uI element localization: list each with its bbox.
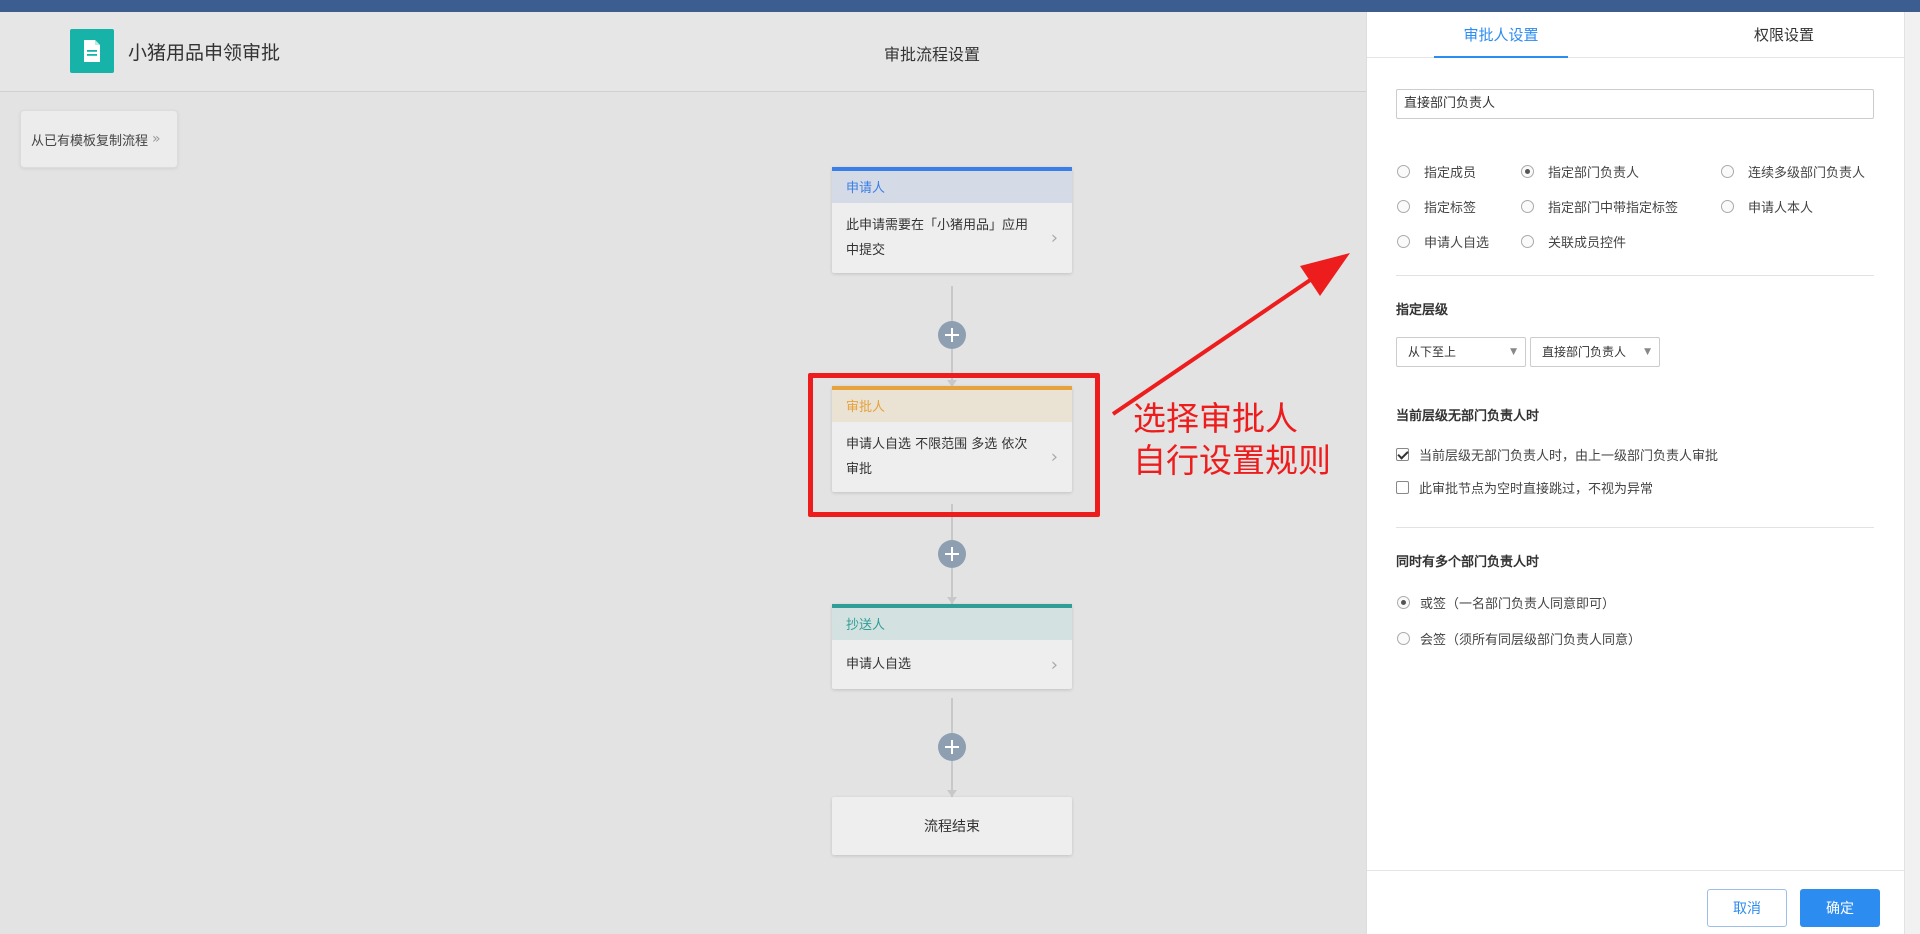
checkbox-checked bbox=[1396, 448, 1409, 461]
radio-label: 指定部门中带指定标签 bbox=[1548, 201, 1679, 216]
no-head-section-title: 当前层级无部门负责人时 bbox=[1396, 409, 1540, 424]
radio-applicant-self[interactable]: 申请人本人 bbox=[1721, 197, 1813, 216]
checkbox-label: 当前层级无部门负责人时，由上一级部门负责人审批 bbox=[1419, 449, 1719, 464]
radio-circle-selected bbox=[1397, 596, 1410, 609]
checkbox-skip-empty-node[interactable]: 此审批节点为空时直接跳过，不视为异常 bbox=[1396, 478, 1653, 497]
radio-label: 指定成员 bbox=[1424, 166, 1477, 181]
radio-label: 会签（须所有同层级部门负责人同意） bbox=[1420, 633, 1642, 648]
caret-down-icon: ▼ bbox=[1510, 347, 1517, 357]
caret-down-icon: ▼ bbox=[1644, 347, 1651, 357]
tab-permission-settings[interactable]: 权限设置 bbox=[1717, 12, 1851, 58]
level-dropdown[interactable]: 直接部门负责人 ▼ bbox=[1530, 337, 1660, 367]
radio-circle bbox=[1521, 235, 1534, 248]
radio-circle bbox=[1397, 165, 1410, 178]
panel-tabs: 审批人设置 权限设置 bbox=[1367, 12, 1905, 58]
radio-specified-tag[interactable]: 指定标签 bbox=[1397, 197, 1476, 216]
annotation-line-2: 自行设置规则 bbox=[1133, 441, 1331, 480]
scrollbar[interactable] bbox=[1904, 12, 1920, 934]
approver-type-field[interactable]: 直接部门负责人 bbox=[1396, 89, 1874, 119]
tab-approver-settings[interactable]: 审批人设置 bbox=[1434, 12, 1568, 58]
radio-multi-level-dept-head[interactable]: 连续多级部门负责人 bbox=[1721, 162, 1865, 181]
settings-panel: 审批人设置 权限设置 直接部门负责人 指定成员 指定部门负责人 连续多级部门负责… bbox=[1366, 12, 1905, 934]
radio-label: 申请人自选 bbox=[1424, 236, 1490, 251]
radio-label: 指定标签 bbox=[1424, 201, 1477, 216]
panel-footer: 取消 确定 bbox=[1367, 870, 1905, 934]
radio-circle bbox=[1721, 165, 1734, 178]
level-section-title: 指定层级 bbox=[1396, 303, 1449, 318]
divider bbox=[1396, 527, 1874, 528]
radio-joint-sign[interactable]: 会签（须所有同层级部门负责人同意） bbox=[1397, 629, 1641, 648]
radio-label: 或签（一名部门负责人同意即可） bbox=[1420, 597, 1616, 612]
radio-circle-selected bbox=[1521, 165, 1534, 178]
annotation-text: 选择审批人 自行设置规则 bbox=[1133, 398, 1331, 482]
radio-or-sign[interactable]: 或签（一名部门负责人同意即可） bbox=[1397, 593, 1615, 612]
cancel-button[interactable]: 取消 bbox=[1707, 889, 1787, 927]
checkbox-unchecked bbox=[1396, 481, 1409, 494]
radio-label: 申请人本人 bbox=[1748, 201, 1814, 216]
radio-circle bbox=[1397, 200, 1410, 213]
radio-circle bbox=[1397, 632, 1410, 645]
radio-circle bbox=[1521, 200, 1534, 213]
radio-circle bbox=[1397, 235, 1410, 248]
checkbox-label: 此审批节点为空时直接跳过，不视为异常 bbox=[1419, 482, 1654, 497]
confirm-button[interactable]: 确定 bbox=[1800, 889, 1880, 927]
radio-label: 关联成员控件 bbox=[1548, 236, 1627, 251]
checkbox-escalate-upper-dept[interactable]: 当前层级无部门负责人时，由上一级部门负责人审批 bbox=[1396, 445, 1718, 464]
radio-circle bbox=[1721, 200, 1734, 213]
radio-specified-dept-head[interactable]: 指定部门负责人 bbox=[1521, 162, 1639, 181]
radio-label: 指定部门负责人 bbox=[1548, 166, 1640, 181]
radio-label: 连续多级部门负责人 bbox=[1748, 166, 1866, 181]
radio-specified-member[interactable]: 指定成员 bbox=[1397, 162, 1476, 181]
level-value: 直接部门负责人 bbox=[1542, 345, 1627, 359]
multi-head-section-title: 同时有多个部门负责人时 bbox=[1396, 555, 1540, 570]
radio-dept-with-tag[interactable]: 指定部门中带指定标签 bbox=[1521, 197, 1678, 216]
radio-linked-member-control[interactable]: 关联成员控件 bbox=[1521, 232, 1626, 251]
direction-value: 从下至上 bbox=[1408, 345, 1457, 359]
divider bbox=[1396, 275, 1874, 276]
radio-applicant-choose[interactable]: 申请人自选 bbox=[1397, 232, 1489, 251]
annotation-line-1: 选择审批人 bbox=[1133, 399, 1298, 438]
direction-dropdown[interactable]: 从下至上 ▼ bbox=[1396, 337, 1526, 367]
